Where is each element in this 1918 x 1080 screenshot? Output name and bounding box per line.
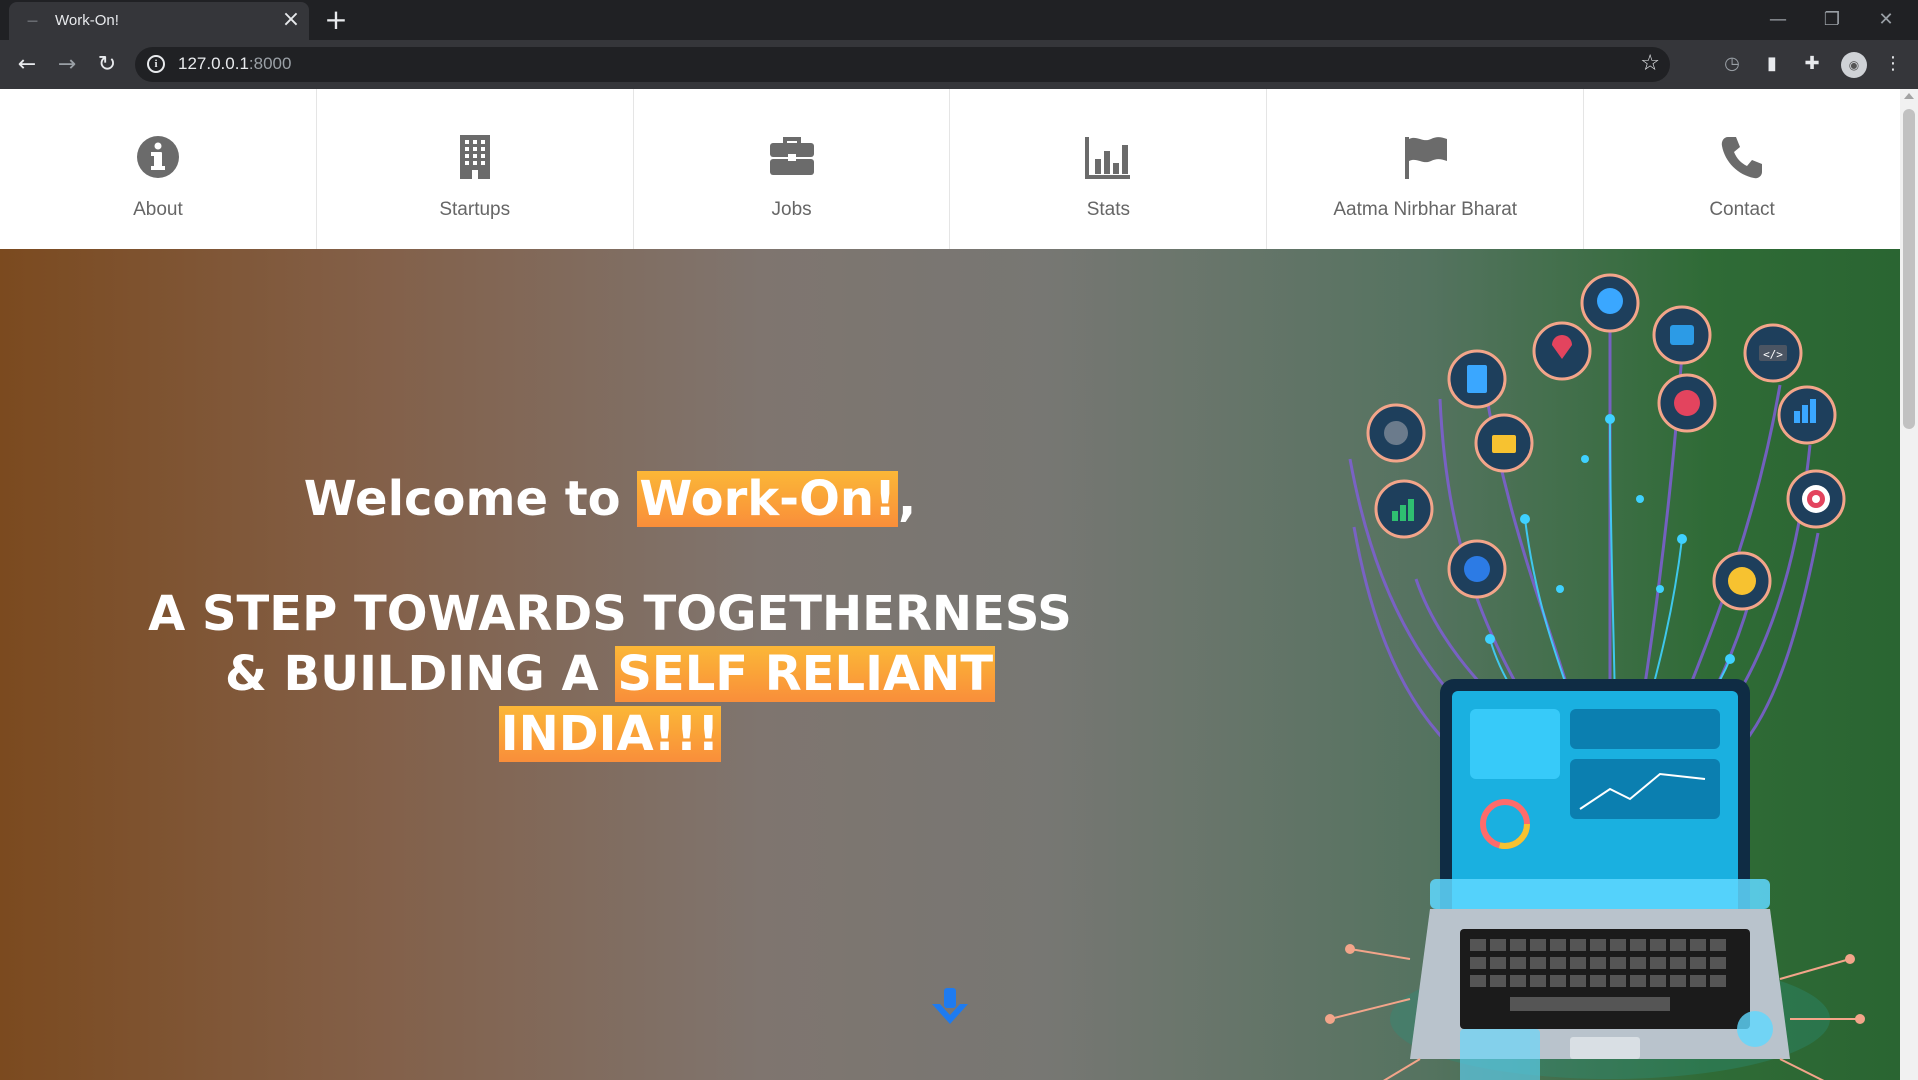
address-url[interactable]: 127.0.0.1:8000 [178,54,291,74]
minimize-window-button[interactable]: — [1756,6,1800,34]
technology-tree-laptop-illustration: </> [1325,273,1865,1080]
browser-toolbar: ← → ↻ i 127.0.0.1:8000 ☆ ◷ ▮ ✚ ◉ ⋮ [0,40,1918,89]
brand-highlight: Work-On! [637,471,898,527]
page-favicon-icon: — [27,14,38,27]
close-tab-icon[interactable]: × [279,9,303,33]
back-button[interactable]: ← [12,50,42,80]
flag-icon [1405,137,1448,179]
bookmark-star-icon[interactable]: ☆ [1640,51,1660,76]
history-icon[interactable]: ◷ [1719,51,1745,77]
scrollbar-thumb[interactable] [1903,109,1915,429]
nav-item-startups[interactable]: Startups [317,89,634,249]
bar-chart-icon [1085,137,1131,179]
nav-item-label: Stats [1086,199,1131,220]
nav-item-about[interactable]: About [0,89,317,249]
tab-title: Work-On! [55,12,119,29]
address-bar[interactable]: i 127.0.0.1:8000 ☆ [135,47,1670,82]
nav-item-aatma-nirbhar-bharat[interactable]: Aatma Nirbhar Bharat [1267,89,1585,249]
page-scrollbar[interactable] [1900,89,1918,1080]
arrow-down-icon[interactable] [928,984,972,1028]
nav-item-jobs[interactable]: Jobs [634,89,951,249]
nav-item-contact[interactable]: Contact [1584,89,1900,249]
nav-item-label: Jobs [771,199,812,220]
close-window-button[interactable]: ✕ [1864,6,1908,34]
new-tab-button[interactable]: + [320,6,352,34]
reload-button[interactable]: ↻ [92,50,122,80]
svg-text:</>: </> [1763,348,1783,361]
nav-item-label: Aatma Nirbhar Bharat [1333,199,1518,220]
page-viewport: About Startups Jobs Stats Aatma Nirbhar … [0,89,1918,1080]
phone-icon [1721,137,1763,179]
browser-menu-icon[interactable]: ⋮ [1880,51,1906,77]
restore-window-button[interactable]: ❐ [1810,6,1854,34]
nav-item-label: About [133,199,183,220]
welcome-heading: Welcome to Work-On!, [303,471,917,527]
site-navigation: About Startups Jobs Stats Aatma Nirbhar … [0,89,1900,249]
info-circle-icon [136,136,179,178]
tagline-highlight: SELF RELIANT [615,646,996,702]
nav-item-stats[interactable]: Stats [950,89,1268,249]
tagline-highlight: INDIA!!! [498,706,722,762]
browser-tab[interactable]: — Work-On! × [9,2,309,40]
extensions-puzzle-icon[interactable]: ✚ [1799,51,1825,77]
building-icon [459,135,490,179]
scroll-up-arrow-icon[interactable] [1904,93,1914,99]
hero-section: Welcome to Work-On!, A STEP TOWARDS TOGE… [0,249,1900,1080]
briefcase-icon [769,137,814,175]
extension-icon[interactable]: ▮ [1759,51,1785,77]
nav-item-label: Contact [1709,199,1775,220]
forward-button[interactable]: → [52,50,82,80]
hero-tagline: A STEP TOWARDS TOGETHERNESS & BUILDING A… [148,586,1072,762]
browser-tabstrip: — Work-On! × + — ❐ ✕ [0,0,1918,40]
nav-item-label: Startups [439,199,511,220]
site-info-icon[interactable]: i [147,55,165,73]
profile-avatar[interactable]: ◉ [1841,52,1867,78]
